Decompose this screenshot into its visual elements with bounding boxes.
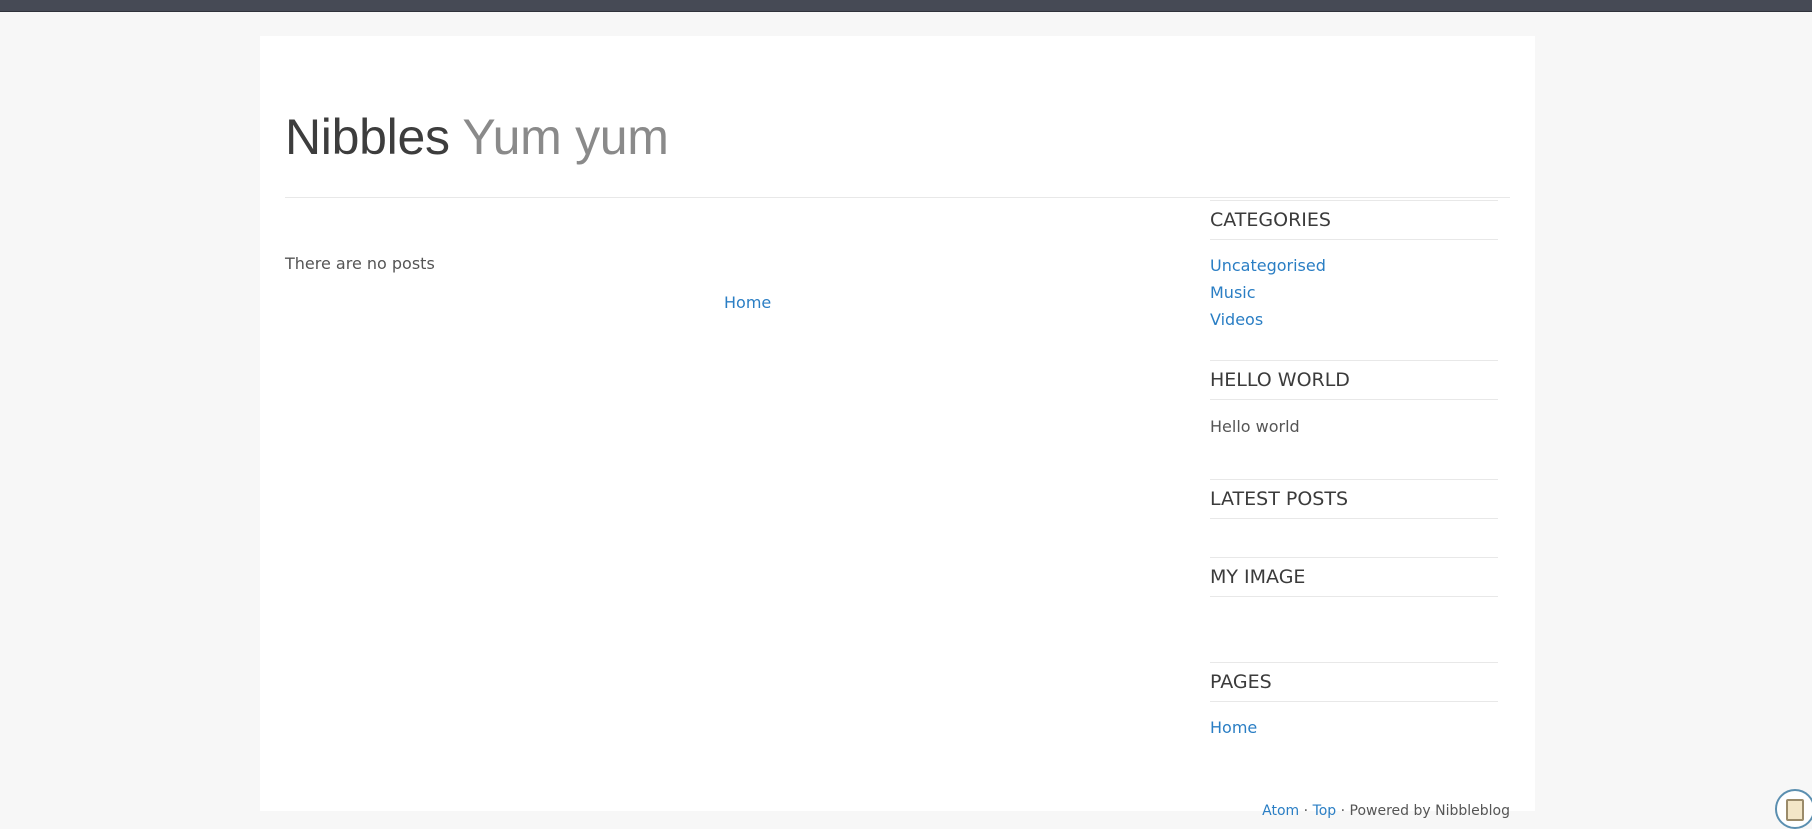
hello-world-text: Hello world <box>1210 417 1300 436</box>
my-image-title: MY IMAGE <box>1210 566 1306 588</box>
clipboard-widget-button[interactable] <box>1775 789 1812 829</box>
atom-feed-link[interactable]: Atom <box>1262 803 1299 819</box>
main-content: There are no posts Home <box>285 216 1155 516</box>
latest-posts-title: LATEST POSTS <box>1210 488 1349 510</box>
page-container: Nibbles Yum yum There are no posts Home … <box>260 36 1535 819</box>
pager-home-link[interactable]: Home <box>724 293 771 312</box>
sidebar: CATEGORIES Uncategorised Music Videos HE… <box>1210 36 1500 811</box>
back-to-top-link[interactable]: Top <box>1313 803 1337 819</box>
clipboard-icon <box>1786 799 1804 821</box>
pages-link-home[interactable]: Home <box>1210 718 1257 737</box>
powered-by-text: · Powered by Nibbleblog <box>1336 803 1510 819</box>
blog-name: Nibbles <box>285 109 450 165</box>
pages-widget-title: PAGES <box>1210 662 1498 702</box>
browser-top-bar <box>0 0 1812 12</box>
category-link-uncategorised[interactable]: Uncategorised <box>1210 256 1326 275</box>
site-title[interactable]: Nibbles Yum yum <box>285 112 669 162</box>
site-footer: Atom · Top · Powered by Nibbleblog <box>1262 803 1510 819</box>
footer-separator: · <box>1299 803 1313 819</box>
my-image-widget-title: MY IMAGE <box>1210 557 1498 597</box>
category-link-music[interactable]: Music <box>1210 283 1256 302</box>
category-link-videos[interactable]: Videos <box>1210 310 1263 329</box>
categories-widget-title: CATEGORIES <box>1210 200 1498 240</box>
no-posts-message: There are no posts <box>285 254 435 273</box>
blog-slogan: Yum yum <box>462 109 669 165</box>
latest-posts-widget-title: LATEST POSTS <box>1210 479 1498 519</box>
categories-title: CATEGORIES <box>1210 209 1331 231</box>
hello-world-widget-title: HELLO WORLD <box>1210 360 1498 400</box>
hello-world-title: HELLO WORLD <box>1210 369 1350 391</box>
pages-title: PAGES <box>1210 671 1272 693</box>
